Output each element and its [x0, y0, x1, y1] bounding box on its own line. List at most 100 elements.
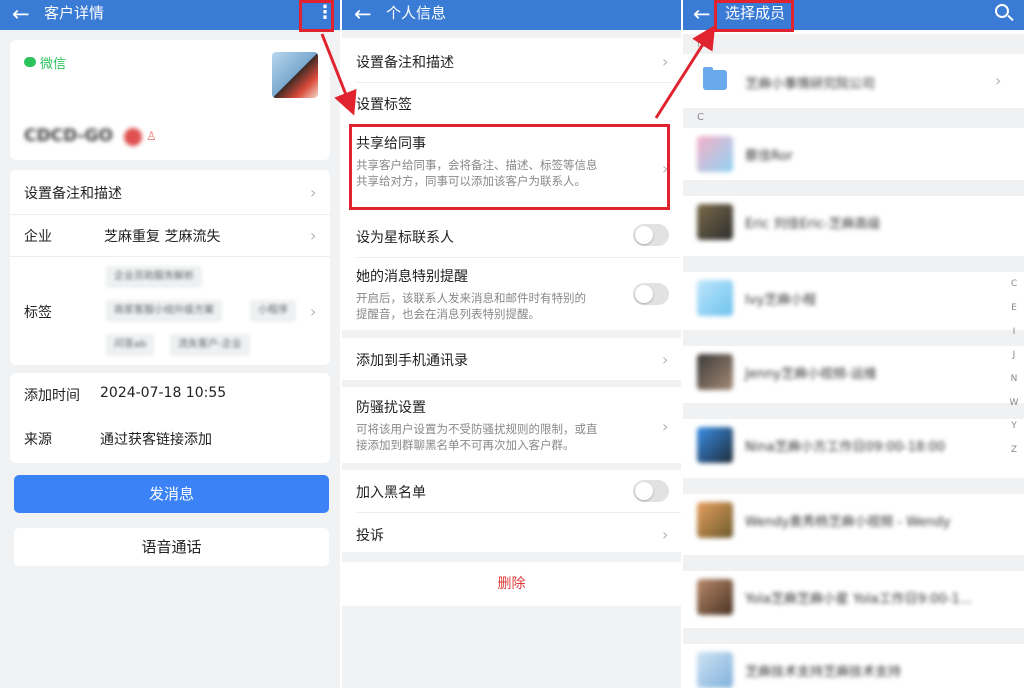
- index-letter[interactable]: C: [1008, 279, 1020, 289]
- company-value: 芝麻重复 芝麻流失: [104, 229, 221, 245]
- settings-group-2: 设为星标联系人 她的消息特别提醒 开启后，该联系人发来消息和邮件时有特别的提醒音…: [342, 213, 681, 330]
- wechat-label: 微信: [40, 57, 67, 72]
- delete-button[interactable]: 删除: [342, 562, 681, 606]
- voice-call-button[interactable]: 语音通话: [14, 528, 329, 566]
- divider: [356, 512, 681, 513]
- star-contact-label: 设为星标联系人: [356, 230, 454, 246]
- chevron-right-icon: ›: [310, 183, 317, 202]
- customer-name: CDCD-GO: [24, 126, 113, 146]
- avatar: [697, 354, 733, 390]
- remark-item[interactable]: 设置备注和描述: [356, 52, 454, 72]
- section-header: [683, 628, 1024, 644]
- index-letter[interactable]: J: [1008, 350, 1020, 360]
- contact-item[interactable]: Yola芝麻芝麻小星 Yola工作日9:00-1...: [683, 571, 1024, 623]
- folder-tab-icon: [703, 67, 713, 72]
- added-time-label: 添加时间: [24, 388, 80, 404]
- tag-chip: 商家客服小组升级方案: [106, 300, 222, 322]
- avatar[interactable]: [272, 52, 318, 98]
- settings-group-1: 设置备注和描述 › 设置标签: [342, 38, 681, 123]
- avatar: [697, 136, 733, 172]
- back-arrow-icon[interactable]: ←: [354, 1, 372, 27]
- complain-item[interactable]: 投诉: [356, 525, 384, 545]
- section-header: C: [683, 108, 1024, 128]
- tags-label: 标签: [24, 305, 52, 321]
- tag-chip: 流失客户-企业: [170, 334, 250, 356]
- highlight-select-member-title: [714, 0, 794, 32]
- avatar: [697, 579, 733, 615]
- chevron-right-icon: ›: [662, 350, 669, 369]
- source-label: 来源: [24, 432, 52, 448]
- contact-item[interactable]: Jenny芝麻小视频-运维: [683, 346, 1024, 398]
- select-member-panel: ← 选择成员 门 芝麻小事情研究院公司 › C 蔡佳Ror Eric 刘佳Eri…: [683, 0, 1024, 688]
- index-letter[interactable]: E: [1008, 303, 1020, 313]
- source-value: 通过获客链接添加: [100, 432, 212, 448]
- page-title: 个人信息: [386, 4, 447, 22]
- add-to-phone-contacts-item[interactable]: 添加到手机通讯录 ›: [342, 338, 681, 380]
- contact-name: Nina芝麻小方工作日09:00-18:00: [745, 440, 946, 455]
- contact-item[interactable]: 蔡佳Ror: [683, 128, 1024, 180]
- index-letter[interactable]: I: [1008, 327, 1020, 337]
- wechat-icon: [24, 57, 36, 67]
- avatar: [697, 652, 733, 688]
- settings-group-3: 加入黑名单 投诉 ›: [342, 470, 681, 552]
- tag-chip: 企业员助服务解析: [106, 266, 202, 288]
- blacklist-toggle[interactable]: [633, 480, 669, 502]
- tag-chip: 小程序: [250, 300, 296, 322]
- delete-label: 删除: [497, 576, 526, 592]
- added-time-value: 2024-07-18 10:55: [100, 385, 227, 401]
- contact-item[interactable]: Nina芝麻小方工作日09:00-18:00: [683, 419, 1024, 471]
- special-remind-toggle[interactable]: [633, 283, 669, 305]
- index-letter[interactable]: N: [1008, 374, 1020, 384]
- personal-info-header: ← 个人信息: [342, 0, 681, 30]
- anti-harassment-item[interactable]: 防骚扰设置 可将该用户设置为不受防骚扰规则的限制，或直接添加到群聊黑名单不可再次…: [342, 387, 681, 463]
- folder-icon: [703, 70, 727, 90]
- section-header: [683, 403, 1024, 419]
- send-message-button[interactable]: 发消息: [14, 475, 329, 513]
- redacted-mark: [124, 128, 142, 146]
- index-letter[interactable]: W: [1008, 398, 1020, 408]
- avatar: [697, 280, 733, 316]
- tag-chip: 问答ab: [106, 334, 155, 356]
- customer-profile-card: 微信 CDCD-GO ♙: [10, 40, 330, 160]
- contact-name: Jenny芝麻小视频-运维: [745, 367, 877, 382]
- divider: [10, 214, 330, 215]
- org-list-item[interactable]: 芝麻小事情研究院公司 ›: [683, 54, 1024, 108]
- back-arrow-icon[interactable]: ←: [693, 1, 711, 27]
- contact-item[interactable]: Ivy芝麻小程: [683, 272, 1024, 324]
- company-label: 企业: [24, 229, 52, 245]
- phone-contacts-label: 添加到手机通讯录: [356, 353, 468, 369]
- contact-item[interactable]: 芝麻技术支持芝麻技术支持: [683, 644, 1024, 688]
- contact-item[interactable]: Eric 刘佳Eric-芝麻高级: [683, 196, 1024, 248]
- star-contact-toggle[interactable]: [633, 224, 669, 246]
- anti-harassment-label: 防骚扰设置: [356, 400, 426, 416]
- highlight-share-to-colleague: [349, 124, 670, 210]
- divider: [356, 82, 681, 83]
- section-header: [683, 180, 1024, 196]
- remark-row-label[interactable]: 设置备注和描述: [24, 183, 122, 203]
- back-arrow-icon[interactable]: ←: [12, 1, 30, 27]
- section-header: [683, 478, 1024, 494]
- chevron-right-icon: ›: [995, 71, 1002, 90]
- contact-item[interactable]: Wendy奥秀杨芝麻小视频 - Wendy: [683, 494, 1024, 546]
- page-title: 客户详情: [44, 4, 105, 22]
- highlight-more-menu: [299, 0, 334, 32]
- chevron-right-icon: ›: [310, 226, 317, 245]
- contact-name: 芝麻技术支持芝麻技术支持: [745, 665, 902, 680]
- index-letter[interactable]: Z: [1008, 445, 1020, 455]
- customer-info-card: 设置备注和描述 › 企业 芝麻重复 芝麻流失 › 标签 企业员助服务解析 商家客…: [10, 170, 330, 365]
- avatar: [697, 427, 733, 463]
- index-letter[interactable]: Y: [1008, 421, 1020, 431]
- section-header: [683, 256, 1024, 272]
- customer-detail-header: ← 客户详情 ⋮: [0, 0, 340, 30]
- contact-name: 蔡佳Ror: [745, 149, 793, 164]
- section-header: 门: [683, 34, 1024, 54]
- chevron-right-icon: ›: [310, 302, 317, 321]
- chevron-right-icon: ›: [662, 525, 669, 544]
- anti-harassment-description: 可将该用户设置为不受防骚扰规则的限制，或直接添加到群聊黑名单不可再次加入客户群。: [356, 422, 598, 452]
- contact-name: Ivy芝麻小程: [745, 293, 817, 308]
- divider: [10, 256, 330, 257]
- blacklist-label: 加入黑名单: [356, 485, 426, 501]
- tag-item[interactable]: 设置标签: [356, 94, 412, 114]
- divider: [356, 257, 681, 258]
- avatar: [697, 502, 733, 538]
